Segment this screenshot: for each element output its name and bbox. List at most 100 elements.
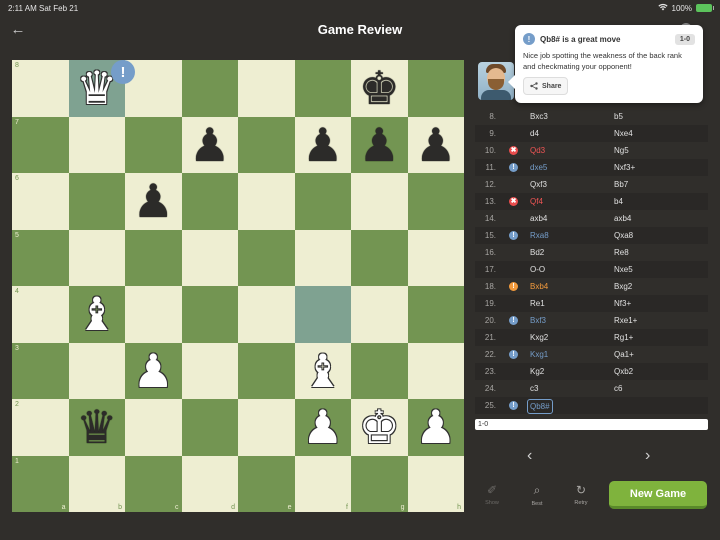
white-move[interactable]: Kxg1: [530, 346, 548, 363]
square-d3[interactable]: [181, 342, 238, 399]
white-move[interactable]: c3: [530, 380, 538, 397]
move-row[interactable]: 20.! Bxf3 Rxe1+: [475, 312, 708, 329]
square-a2[interactable]: 2: [12, 399, 69, 456]
black-move[interactable]: Qa1+: [614, 346, 634, 363]
square-c1[interactable]: c: [125, 455, 182, 512]
move-row[interactable]: 12. Qxf3 Bb7: [475, 176, 708, 193]
black-piece-c6[interactable]: ♟: [133, 178, 174, 224]
black-move[interactable]: Rxe1+: [614, 312, 637, 329]
white-move[interactable]: dxe5: [530, 159, 547, 176]
move-row[interactable]: 11.! dxe5 Nxf3+: [475, 159, 708, 176]
white-move[interactable]: Kxg2: [530, 329, 548, 346]
square-c2[interactable]: [125, 399, 182, 456]
black-move[interactable]: axb4: [614, 210, 631, 227]
square-e1[interactable]: e: [238, 455, 295, 512]
white-move[interactable]: Bd2: [530, 244, 544, 261]
square-g2[interactable]: ♚: [351, 399, 408, 456]
white-move[interactable]: Rxa8: [530, 227, 549, 244]
show-button[interactable]: ✐ Show: [477, 483, 507, 506]
white-piece-f2[interactable]: ♟: [302, 404, 343, 450]
square-g7[interactable]: ♟: [351, 116, 408, 173]
square-a3[interactable]: 3: [12, 342, 69, 399]
black-move[interactable]: Re8: [614, 244, 629, 261]
white-move[interactable]: axb4: [530, 210, 547, 227]
white-piece-g2[interactable]: ♚: [359, 404, 400, 450]
white-move[interactable]: Qd3: [530, 142, 545, 159]
square-d5[interactable]: [181, 229, 238, 286]
black-move[interactable]: Qxb2: [614, 363, 633, 380]
black-move[interactable]: Rg1+: [614, 329, 633, 346]
square-c5[interactable]: [125, 229, 182, 286]
black-move[interactable]: b4: [614, 193, 623, 210]
white-move[interactable]: Bxc3: [530, 108, 548, 125]
square-b4[interactable]: ♝: [68, 286, 125, 343]
move-row[interactable]: 15.! Rxa8 Qxa8: [475, 227, 708, 244]
square-a8[interactable]: 8: [12, 60, 69, 117]
move-row[interactable]: 10. ✖ Qd3 Ng5: [475, 142, 708, 159]
black-piece-b2[interactable]: ♛: [76, 404, 117, 450]
move-row[interactable]: 13. ✖ Qf4 b4: [475, 193, 708, 210]
square-e7[interactable]: [238, 116, 295, 173]
square-d7[interactable]: ♟: [181, 116, 238, 173]
square-a4[interactable]: 4: [12, 286, 69, 343]
black-move[interactable]: Ng5: [614, 142, 629, 159]
white-piece-c3[interactable]: ♟: [133, 348, 174, 394]
black-piece-h7[interactable]: ♟: [415, 122, 456, 168]
square-h3[interactable]: [407, 342, 464, 399]
square-f4[interactable]: [294, 286, 351, 343]
square-e5[interactable]: [238, 229, 295, 286]
new-game-button[interactable]: New Game: [609, 481, 707, 509]
black-piece-f7[interactable]: ♟: [302, 122, 343, 168]
white-move[interactable]: Qf4: [530, 193, 543, 210]
black-move[interactable]: Qxa8: [614, 227, 633, 244]
move-row[interactable]: 21. Kxg2 Rg1+: [475, 329, 708, 346]
white-move[interactable]: Qb8#: [527, 399, 553, 414]
move-row[interactable]: 24. c3 c6: [475, 380, 708, 397]
white-move[interactable]: Kg2: [530, 363, 544, 380]
square-d8[interactable]: [181, 60, 238, 117]
square-g3[interactable]: [351, 342, 408, 399]
square-h6[interactable]: [407, 173, 464, 230]
square-d4[interactable]: [181, 286, 238, 343]
square-b7[interactable]: [68, 116, 125, 173]
square-d6[interactable]: [181, 173, 238, 230]
square-a6[interactable]: 6: [12, 173, 69, 230]
white-move[interactable]: d4: [530, 125, 539, 142]
square-c3[interactable]: ♟: [125, 342, 182, 399]
white-move[interactable]: Qxf3: [530, 176, 547, 193]
square-d2[interactable]: [181, 399, 238, 456]
square-f7[interactable]: ♟: [294, 116, 351, 173]
square-h5[interactable]: [407, 229, 464, 286]
move-row[interactable]: 22.! Kxg1 Qa1+: [475, 346, 708, 363]
square-b8[interactable]: ♛!: [68, 60, 135, 117]
move-row[interactable]: 16. Bd2 Re8: [475, 244, 708, 261]
square-e8[interactable]: [238, 60, 295, 117]
black-move[interactable]: Nxe5: [614, 261, 633, 278]
square-h1[interactable]: h: [407, 455, 464, 512]
black-move[interactable]: Nf3+: [614, 295, 631, 312]
square-f3[interactable]: ♝: [294, 342, 351, 399]
square-a5[interactable]: 5: [12, 229, 69, 286]
white-move[interactable]: O-O: [530, 261, 545, 278]
black-move[interactable]: Nxe4: [614, 125, 633, 142]
square-e4[interactable]: [238, 286, 295, 343]
square-f6[interactable]: [294, 173, 351, 230]
move-row[interactable]: 14. axb4 axb4: [475, 210, 708, 227]
white-piece-f3[interactable]: ♝: [302, 348, 343, 394]
square-h2[interactable]: ♟: [407, 399, 464, 456]
white-move[interactable]: Re1: [530, 295, 545, 312]
square-d1[interactable]: d: [181, 455, 238, 512]
square-g6[interactable]: [351, 173, 408, 230]
black-piece-g8[interactable]: ♚: [359, 65, 400, 111]
square-b3[interactable]: [68, 342, 125, 399]
move-row[interactable]: 25.! Qb8#: [475, 397, 708, 414]
black-move[interactable]: Nxf3+: [614, 159, 635, 176]
move-row[interactable]: 23. Kg2 Qxb2: [475, 363, 708, 380]
square-c6[interactable]: ♟: [125, 173, 182, 230]
square-f1[interactable]: f: [294, 455, 351, 512]
square-c7[interactable]: [125, 116, 182, 173]
square-e2[interactable]: [238, 399, 295, 456]
square-b2[interactable]: ♛: [68, 399, 125, 456]
square-h7[interactable]: ♟: [407, 116, 464, 173]
square-g1[interactable]: g: [351, 455, 408, 512]
